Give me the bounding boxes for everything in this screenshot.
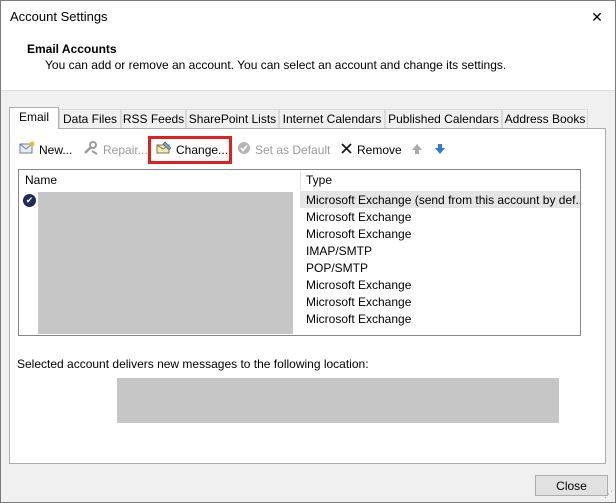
column-separator[interactable] bbox=[300, 170, 301, 190]
arrow-down-icon bbox=[434, 141, 446, 161]
wrench-icon bbox=[83, 140, 99, 161]
account-settings-window: Account Settings ✕ Email Accounts You ca… bbox=[0, 0, 616, 503]
set-as-default-button[interactable]: Set as Default bbox=[237, 140, 330, 160]
repair-button[interactable]: Repair... bbox=[83, 140, 148, 160]
arrow-up-icon bbox=[411, 141, 423, 161]
default-account-icon: ✔ bbox=[23, 194, 36, 207]
tab-data-files[interactable]: Data Files bbox=[59, 109, 121, 128]
remove-x-icon bbox=[340, 141, 353, 161]
header-description: You can add or remove an account. You ca… bbox=[45, 58, 507, 72]
column-header-name[interactable]: Name bbox=[25, 170, 57, 190]
new-account-icon bbox=[19, 141, 35, 161]
table-row[interactable]: Microsoft Exchange bbox=[306, 227, 411, 241]
tab-sharepoint-lists[interactable]: SharePoint Lists bbox=[186, 109, 279, 128]
redacted-delivery-location bbox=[117, 378, 559, 423]
tab-email[interactable]: Email bbox=[9, 107, 59, 129]
redacted-account-names bbox=[38, 192, 293, 334]
repair-button-label: Repair... bbox=[103, 143, 148, 157]
checkmark-icon bbox=[237, 141, 251, 161]
tab-published-calendars[interactable]: Published Calendars bbox=[385, 109, 502, 128]
tab-address-books[interactable]: Address Books bbox=[502, 109, 588, 128]
table-row[interactable]: POP/SMTP bbox=[306, 261, 368, 275]
table-row[interactable]: Microsoft Exchange (send from this accou… bbox=[306, 193, 580, 207]
table-row[interactable]: Microsoft Exchange bbox=[306, 278, 411, 292]
move-up-button[interactable] bbox=[411, 140, 427, 160]
remove-button-label: Remove bbox=[357, 143, 402, 157]
table-row[interactable]: Microsoft Exchange bbox=[306, 295, 411, 309]
close-button[interactable]: Close bbox=[535, 475, 608, 496]
account-list[interactable]: Name Type ✔ Microsoft Exchange (send fro… bbox=[18, 169, 581, 336]
close-icon[interactable]: ✕ bbox=[587, 7, 607, 27]
new-button[interactable]: New... bbox=[19, 140, 72, 160]
set-as-default-label: Set as Default bbox=[255, 143, 331, 157]
column-header-type[interactable]: Type bbox=[306, 170, 332, 190]
table-row[interactable]: IMAP/SMTP bbox=[306, 244, 372, 258]
tab-rss-feeds[interactable]: RSS Feeds bbox=[121, 109, 186, 128]
window-title: Account Settings bbox=[10, 9, 108, 24]
move-down-button[interactable] bbox=[434, 140, 450, 160]
tab-internet-calendars[interactable]: Internet Calendars bbox=[279, 109, 385, 128]
new-button-label: New... bbox=[39, 143, 73, 157]
resize-grip-icon[interactable]: ⋰ bbox=[604, 489, 613, 500]
title-bar: Account Settings ✕ bbox=[1, 1, 615, 32]
header-title: Email Accounts bbox=[27, 42, 117, 56]
change-button-highlight bbox=[148, 136, 232, 164]
table-row[interactable]: Microsoft Exchange bbox=[306, 312, 411, 326]
delivery-location-label: Selected account delivers new messages t… bbox=[17, 357, 369, 371]
remove-button[interactable]: Remove bbox=[340, 140, 402, 160]
table-row[interactable]: Microsoft Exchange bbox=[306, 210, 411, 224]
dialog-header: Email Accounts You can add or remove an … bbox=[1, 32, 615, 91]
